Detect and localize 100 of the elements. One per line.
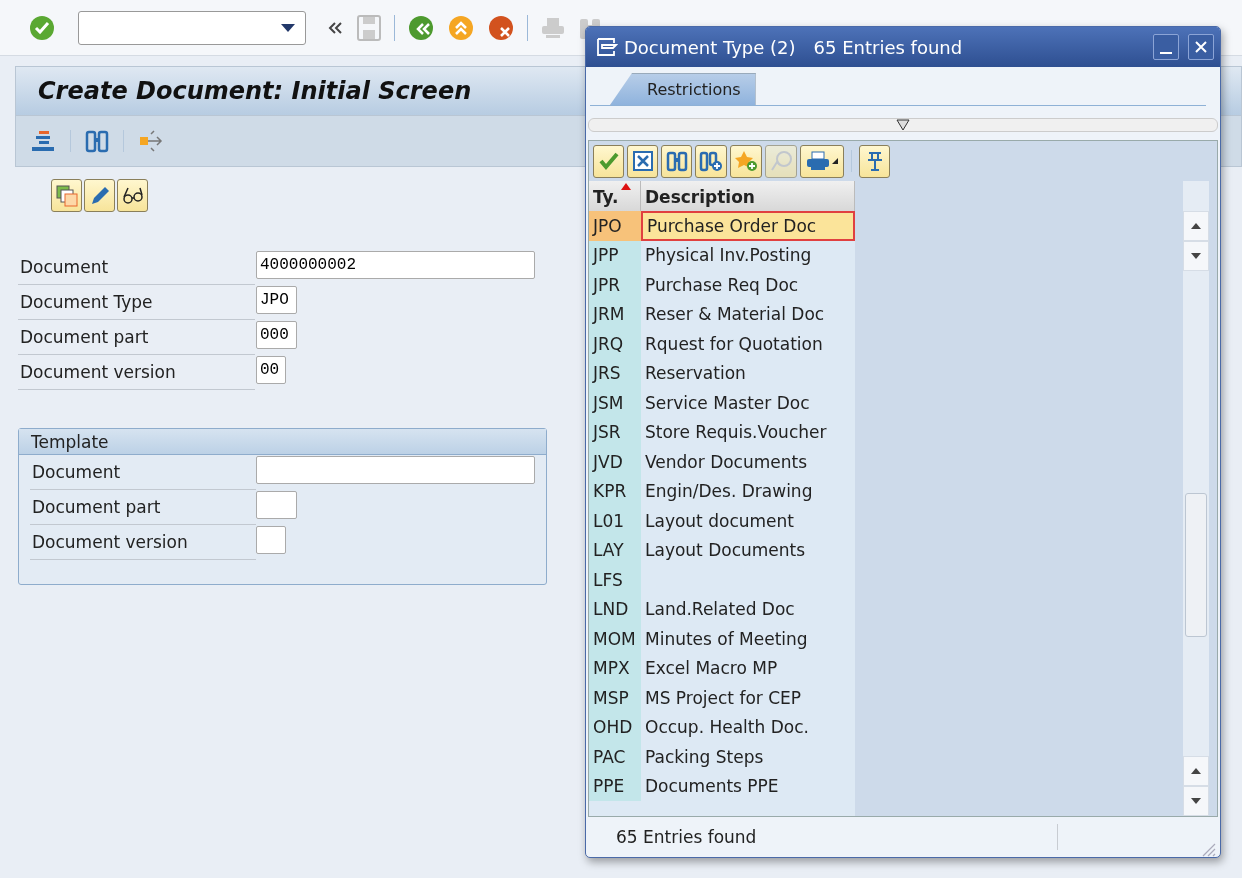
input-field[interactable]: 000 <box>256 321 297 349</box>
table-cell[interactable]: JRM <box>589 299 641 329</box>
binoculars-icon[interactable] <box>85 129 109 153</box>
table-cell[interactable]: Reser & Material Doc <box>641 299 855 329</box>
table-cell[interactable]: JVD <box>589 447 641 477</box>
scrollbar[interactable] <box>1183 181 1209 816</box>
scroll-up-button[interactable] <box>1183 211 1209 241</box>
up-arrow-icon <box>1191 223 1201 229</box>
table-cell[interactable]: Vendor Documents <box>641 447 855 477</box>
table-cell[interactable]: Occup. Health Doc. <box>641 712 855 742</box>
table-cell[interactable]: MOM <box>589 624 641 654</box>
table-cell[interactable]: Purchase Req Doc <box>641 270 855 300</box>
field-label: Document part <box>19 327 150 347</box>
minimize-button[interactable] <box>1153 34 1179 60</box>
input-field[interactable]: 4000000002 <box>256 251 535 279</box>
exit-icon[interactable] <box>447 13 475 42</box>
table-cell[interactable]: Layout Documents <box>641 535 855 565</box>
table-cell[interactable]: Purchase Order Doc <box>641 211 855 241</box>
table-cell[interactable]: OHD <box>589 712 641 742</box>
input-field[interactable] <box>256 456 535 484</box>
screen-title: Create Document: Initial Screen <box>38 77 472 105</box>
input-field[interactable]: JPO <box>256 286 297 314</box>
table-cell[interactable]: L01 <box>589 506 641 536</box>
change-button[interactable] <box>84 179 115 212</box>
table-cell[interactable]: LFS <box>589 565 641 595</box>
field-label: Document version <box>31 532 189 552</box>
scroll-down-button[interactable] <box>1183 241 1209 271</box>
table-cell[interactable]: Engin/Des. Drawing <box>641 476 855 506</box>
table-cell[interactable]: KPR <box>589 476 641 506</box>
table-cell[interactable]: JPP <box>589 240 641 270</box>
check-icon <box>597 151 620 171</box>
dropdown-icon[interactable] <box>281 23 295 32</box>
table-cell[interactable]: PPE <box>589 771 641 801</box>
up-arrow-icon <box>1191 768 1201 774</box>
table-cell[interactable]: Reservation <box>641 358 855 388</box>
close-button[interactable] <box>1188 34 1214 60</box>
back-icon[interactable] <box>407 13 435 42</box>
input-field[interactable]: 00 <box>256 356 286 384</box>
field-label: Document <box>31 462 122 482</box>
table-cell[interactable]: MSP <box>589 683 641 713</box>
continue-button[interactable] <box>593 144 624 178</box>
table-cell[interactable]: Rquest for Quotation <box>641 329 855 359</box>
table-cell[interactable]: Physical Inv.Posting <box>641 240 855 270</box>
field-label: Document Type <box>19 292 154 312</box>
table-cell[interactable]: Layout document <box>641 506 855 536</box>
table-cell[interactable]: JRQ <box>589 329 641 359</box>
table-cell[interactable]: Store Requis.Voucher <box>641 417 855 447</box>
field-label: Document part <box>31 497 162 517</box>
down-arrow-icon <box>1191 798 1201 804</box>
search-button[interactable] <box>661 144 692 178</box>
table-cell[interactable]: JRS <box>589 358 641 388</box>
help-button[interactable] <box>765 144 797 178</box>
down-arrow-icon <box>1191 253 1201 259</box>
display-button[interactable] <box>117 179 148 212</box>
table-cell[interactable]: Minutes of Meeting <box>641 624 855 654</box>
splitter-handle-icon[interactable] <box>896 119 910 131</box>
dialog-icon <box>596 37 618 57</box>
close-icon <box>631 151 654 171</box>
status-text: 65 Entries found <box>616 827 757 847</box>
print-button[interactable] <box>800 144 844 178</box>
table-cell[interactable]: MS Project for CEP <box>641 683 855 713</box>
dialog-subtitle: 65 Entries found <box>813 36 963 58</box>
scroll-up-button[interactable] <box>1183 756 1209 786</box>
table-cell[interactable]: LND <box>589 594 641 624</box>
scroll-thumb[interactable] <box>1185 493 1207 637</box>
field-label: Document <box>19 257 110 277</box>
input-field[interactable] <box>256 526 286 554</box>
table-cell[interactable]: Service Master Doc <box>641 388 855 418</box>
cancel-icon[interactable] <box>487 13 515 42</box>
table-cell[interactable]: LAY <box>589 535 641 565</box>
table-cell[interactable]: JSM <box>589 388 641 418</box>
table-cell[interactable]: PAC <box>589 742 641 772</box>
binoculars-plus-icon <box>699 150 723 172</box>
help-icon <box>769 150 793 172</box>
tab[interactable]: Restrictions <box>610 73 756 105</box>
search-next-button[interactable] <box>695 144 727 178</box>
table-cell[interactable]: JSR <box>589 417 641 447</box>
table-cell[interactable]: Packing Steps <box>641 742 855 772</box>
list-icon[interactable] <box>30 128 56 154</box>
command-field[interactable] <box>78 10 306 45</box>
table-cell[interactable]: JPO <box>589 211 641 241</box>
move-icon[interactable] <box>138 128 164 154</box>
create-button[interactable] <box>51 179 82 212</box>
table-cell[interactable]: MPX <box>589 653 641 683</box>
cancel-button[interactable] <box>627 144 658 178</box>
pin-button[interactable] <box>859 144 890 178</box>
close-icon <box>1194 40 1208 54</box>
scroll-down-button[interactable] <box>1183 786 1209 816</box>
table-cell[interactable]: Documents PPE <box>641 771 855 801</box>
favorite-add-button[interactable] <box>730 144 762 178</box>
table-cell[interactable]: Land.Related Doc <box>641 594 855 624</box>
check-icon[interactable] <box>28 13 56 42</box>
table-cell[interactable]: Excel Macro MP <box>641 653 855 683</box>
input-field[interactable] <box>256 491 297 519</box>
dropdown-icon <box>832 158 838 164</box>
column-header[interactable]: Ty. <box>593 187 619 207</box>
documents-icon <box>55 184 78 207</box>
field-label: Document version <box>19 362 177 382</box>
binoculars-icon <box>665 150 688 172</box>
table-cell[interactable]: JPR <box>589 270 641 300</box>
